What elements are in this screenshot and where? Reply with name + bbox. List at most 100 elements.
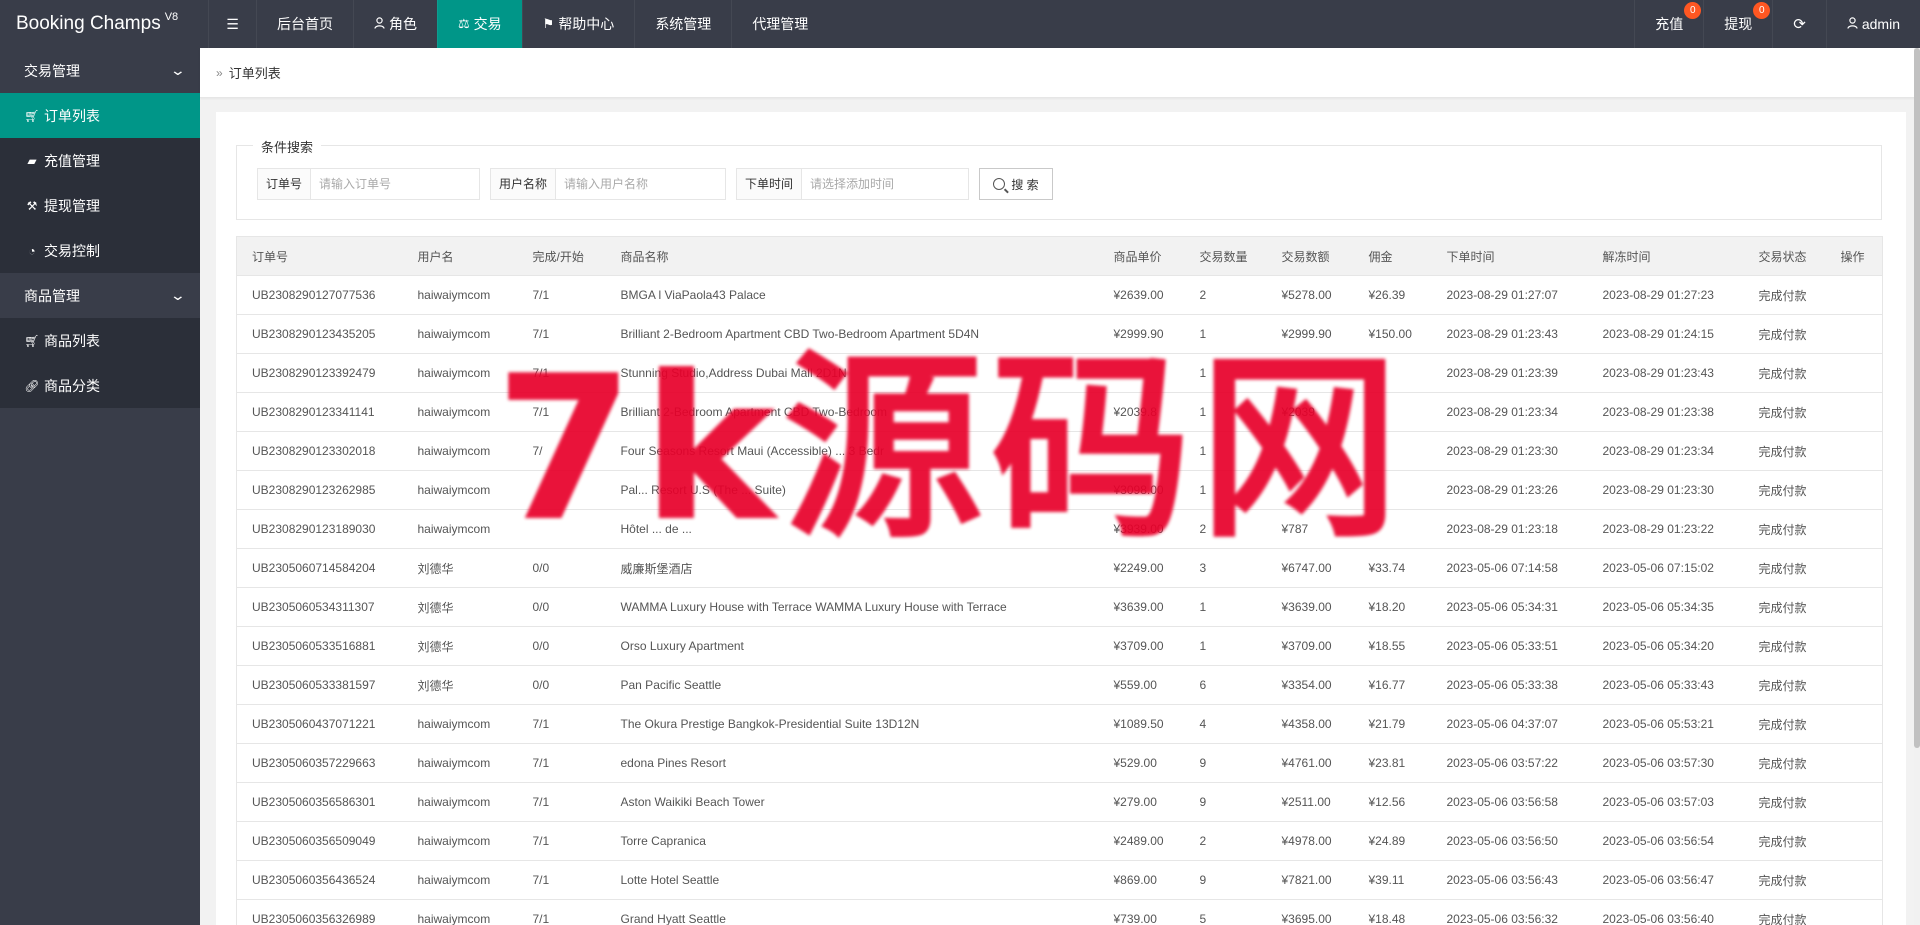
table-row[interactable]: UB2305060533381597 刘德华 0/0 Pan Pacific Seat… — [236, 665, 1883, 705]
table-cell: 1 — [1184, 470, 1267, 510]
table-cell: haiwaiymcom — [402, 860, 518, 900]
table-row[interactable]: UB2305060356586301 haiwaiymcom 7/1 Aston Wa… — [236, 782, 1883, 822]
table-cell: UB2305060533516881 — [236, 626, 403, 666]
table-cell: haiwaiymcom — [402, 782, 518, 822]
table-cell: ¥1089.50 — [1098, 704, 1185, 744]
top-header: Booking Champs V8 ☰ 后台首页 角色 ⚖ 交易 ⚑ 帮助中心 系… — [0, 0, 1920, 48]
table-cell: 2023-08-29 01:23:43 — [1587, 353, 1744, 393]
table-row[interactable]: UB2305060533516881 刘德华 0/0 Orso Luxury Apar… — [236, 626, 1883, 666]
nav-role-label: 角色 — [389, 16, 417, 32]
table-row[interactable]: UB2308290127077536 haiwaiymcom 7/1 BMGA l V… — [236, 275, 1883, 315]
table-cell: ¥6747.00 — [1266, 548, 1354, 588]
table-row[interactable]: UB2308290123262985 haiwaiymcom Pal... Reso… — [236, 470, 1883, 510]
app-logo[interactable]: Booking Champs V8 — [0, 0, 200, 48]
table-row[interactable]: UB2305060356326989 haiwaiymcom 7/1 Grand Hy… — [236, 899, 1883, 925]
table-cell: UB2308290123392479 — [236, 353, 403, 393]
table-cell — [1266, 431, 1354, 471]
sidebar-item-goods-category[interactable]: 🔗︎ 商品分类 — [0, 363, 200, 408]
table-cell: 7/1 — [517, 860, 606, 900]
sidebar-group-goods[interactable]: 商品管理 ⌄ — [0, 273, 200, 318]
double-chevron-right-icon: » — [216, 65, 223, 80]
table-row[interactable]: UB2305060437071221 haiwaiymcom 7/1 The Okur… — [236, 704, 1883, 744]
table-cell: UB2308290123189030 — [236, 509, 403, 549]
table-cell: 完成付款 — [1743, 314, 1826, 354]
table-cell: 完成付款 — [1743, 899, 1826, 925]
table-row[interactable]: UB2305060356509049 haiwaiymcom 7/1 Torre Ca… — [236, 821, 1883, 861]
nav-withdraw[interactable]: 提现 0 — [1703, 0, 1772, 48]
app-version: V8 — [164, 11, 179, 23]
table-row[interactable]: UB2308290123392479 haiwaiymcom 7/1 Stunning… — [236, 353, 1883, 393]
table-cell: Torre Capranica — [605, 821, 1099, 861]
nav-trade[interactable]: ⚖ 交易 — [437, 0, 522, 48]
sidebar-group-trade[interactable]: 交易管理 ⌄ — [0, 48, 200, 93]
sidebar: 交易管理 ⌄ 🛒︎ 订单列表 ▰ 充值管理 ⚒ 提现管理 ◔ 交易控制 商品管理… — [0, 48, 200, 925]
search-button[interactable]: 搜 索 — [979, 168, 1053, 200]
table-cell: ¥24.89 — [1353, 821, 1432, 861]
table-cell: Hôtel ... de ... — [605, 509, 1099, 549]
orders-table: 订单号 用户名 完成/开始 商品名称 商品单价 交易数量 交易数额 佣金 下单时间 解冻时间 交易状… — [236, 236, 1883, 925]
table-cell: 7/1 — [517, 704, 606, 744]
table-cell — [1825, 392, 1883, 432]
table-cell: 2023-08-29 01:23:30 — [1431, 431, 1588, 471]
table-cell: 完成付款 — [1743, 275, 1826, 315]
nav-role[interactable]: 角色 — [353, 0, 437, 48]
table-cell — [1825, 626, 1883, 666]
table-cell: ¥150.00 — [1353, 314, 1432, 354]
table-cell: 7/1 — [517, 821, 606, 861]
table-cell — [1825, 860, 1883, 900]
table-cell: ¥3939.00 — [1098, 509, 1185, 549]
table-row[interactable]: UB2305060714584204 刘德华 0/0 威廉斯堡酒店 ¥2249.00 3 ¥… — [236, 548, 1883, 588]
table-row[interactable]: UB2308290123435205 haiwaiymcom 7/1 Brillian… — [236, 314, 1883, 354]
table-row[interactable]: UB2305060534311307 刘德华 0/0 WAMMA Luxury Hou… — [236, 587, 1883, 627]
nav-system[interactable]: 系统管理 — [634, 0, 731, 48]
page-scrollbar[interactable] — [1914, 48, 1920, 925]
order-time-input[interactable] — [802, 169, 968, 199]
refresh-button[interactable]: ⟳ — [1772, 0, 1826, 48]
scrollbar-thumb[interactable] — [1914, 48, 1920, 748]
table-cell: 完成付款 — [1743, 548, 1826, 588]
sidebar-item-trade-control[interactable]: ◔ 交易控制 — [0, 228, 200, 273]
order-no-label: 订单号 — [258, 169, 312, 199]
table-cell: 2023-05-06 03:56:58 — [1431, 782, 1588, 822]
table-cell: ¥869.00 — [1098, 860, 1185, 900]
table-row[interactable]: UB2308290123341141 haiwaiymcom 7/1 Brillian… — [236, 392, 1883, 432]
sidebar-item-withdraw[interactable]: ⚒ 提现管理 — [0, 183, 200, 228]
nav-help[interactable]: ⚑ 帮助中心 — [521, 0, 635, 48]
search-legend: 条件搜索 — [253, 137, 322, 156]
table-cell: 1 — [1184, 431, 1267, 471]
table-cell — [1825, 587, 1883, 627]
table-row[interactable]: UB2305060357229663 haiwaiymcom 7/1 edona Pi… — [236, 743, 1883, 783]
table-cell: ¥2489.00 — [1098, 821, 1185, 861]
user-menu[interactable]: admin — [1825, 0, 1920, 48]
sidebar-group-goods-label: 商品管理 — [24, 287, 80, 304]
table-cell: 2023-05-06 03:57:03 — [1587, 782, 1744, 822]
table-cell: 2023-05-06 05:33:51 — [1431, 626, 1588, 666]
sidebar-item-orders[interactable]: 🛒︎ 订单列表 — [0, 93, 200, 138]
nav-home[interactable]: 后台首页 — [256, 0, 353, 48]
sidebar-item-recharge[interactable]: ▰ 充值管理 — [0, 138, 200, 183]
table-cell: ¥16.77 — [1353, 665, 1432, 705]
table-cell — [1825, 470, 1883, 510]
column-header: 完成/开始 — [517, 236, 606, 276]
order-no-input[interactable] — [311, 169, 479, 199]
table-cell: Pal... Resort U.S (The ... Suite) — [605, 470, 1099, 510]
table-cell: 5 — [1184, 899, 1267, 925]
table-row[interactable]: UB2308290123189030 haiwaiymcom Hôtel ... d… — [236, 509, 1883, 549]
breadcrumb-current[interactable]: 订单列表 — [229, 63, 281, 82]
username-input[interactable] — [556, 169, 725, 199]
table-row[interactable]: UB2305060356436524 haiwaiymcom 7/1 Lotte Ho… — [236, 860, 1883, 900]
table-cell: 2023-05-06 03:56:54 — [1587, 821, 1744, 861]
table-cell: WAMMA Luxury House with Terrace WAMMA Lu… — [605, 587, 1099, 627]
column-header: 订单号 — [236, 236, 403, 276]
sidebar-group-trade-label: 交易管理 — [24, 62, 80, 79]
sidebar-item-goods-list[interactable]: 🛒︎ 商品列表 — [0, 318, 200, 363]
table-cell: ¥2999.90 — [1266, 314, 1354, 354]
nav-recharge[interactable]: 充值 0 — [1634, 0, 1703, 48]
withdraw-badge: 0 — [1753, 2, 1771, 19]
chevron-down-icon: ⌄ — [169, 62, 187, 78]
table-header-row: 订单号 用户名 完成/开始 商品名称 商品单价 交易数量 交易数额 佣金 下单时间 解冻时间 交易状… — [236, 236, 1883, 276]
table-row[interactable]: UB2308290123302018 haiwaiymcom 7/Four Seas… — [236, 431, 1883, 471]
sidebar-toggle-button[interactable]: ☰ — [208, 0, 256, 48]
table-cell: 完成付款 — [1743, 821, 1826, 861]
nav-agent[interactable]: 代理管理 — [731, 0, 828, 48]
